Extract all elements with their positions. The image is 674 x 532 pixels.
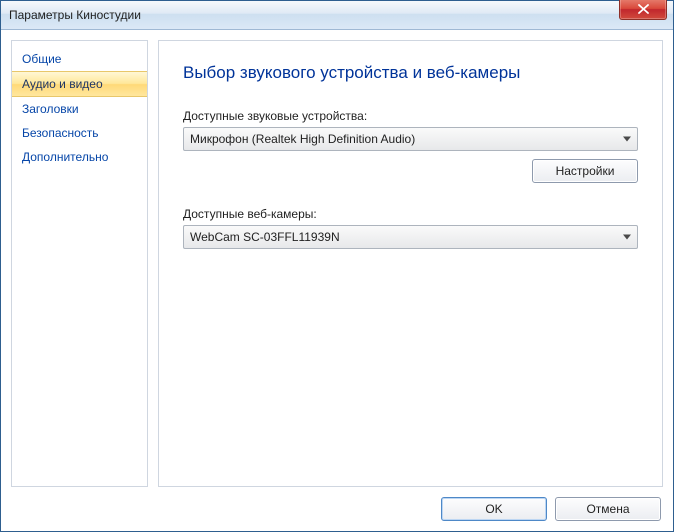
ok-button-label: OK xyxy=(485,502,502,516)
webcam-device-select[interactable]: WebCam SC-03FFL11939N xyxy=(183,225,638,249)
chevron-down-icon xyxy=(623,235,631,240)
audio-device-selected: Микрофон (Realtek High Definition Audio) xyxy=(190,132,415,146)
titlebar: Параметры Киностудии xyxy=(1,1,673,30)
cancel-button-label: Отмена xyxy=(586,502,629,516)
chevron-down-icon xyxy=(623,137,631,142)
page-title: Выбор звукового устройства и веб-камеры xyxy=(183,63,638,83)
sidebar-item-label: Дополнительно xyxy=(22,150,108,164)
sidebar-item-headers[interactable]: Заголовки xyxy=(12,97,147,121)
audio-settings-button[interactable]: Настройки xyxy=(532,159,638,183)
ok-button[interactable]: OK xyxy=(441,497,547,521)
main-panel: Выбор звукового устройства и веб-камеры … xyxy=(158,40,663,487)
cancel-button[interactable]: Отмена xyxy=(555,497,661,521)
window-title: Параметры Киностудии xyxy=(9,8,141,22)
sidebar-item-advanced[interactable]: Дополнительно xyxy=(12,145,147,169)
sidebar-item-label: Заголовки xyxy=(22,102,79,116)
sidebar-item-label: Безопасность xyxy=(22,126,99,140)
audio-devices-label: Доступные звуковые устройства: xyxy=(183,109,638,123)
sidebar-item-security[interactable]: Безопасность xyxy=(12,121,147,145)
body: Общие Аудио и видео Заголовки Безопаснос… xyxy=(1,30,673,487)
sidebar-item-label: Общие xyxy=(22,52,61,66)
close-button[interactable] xyxy=(619,0,667,20)
audio-device-select[interactable]: Микрофон (Realtek High Definition Audio) xyxy=(183,127,638,151)
sidebar-item-audio-video[interactable]: Аудио и видео xyxy=(12,71,147,97)
settings-window: Параметры Киностудии Общие Аудио и видео… xyxy=(0,0,674,532)
audio-settings-button-label: Настройки xyxy=(556,164,615,178)
close-icon xyxy=(638,4,649,14)
webcam-devices-label: Доступные веб-камеры: xyxy=(183,207,638,221)
dialog-footer: OK Отмена xyxy=(1,487,673,531)
sidebar-item-label: Аудио и видео xyxy=(22,77,103,91)
sidebar-item-general[interactable]: Общие xyxy=(12,47,147,71)
sidebar: Общие Аудио и видео Заголовки Безопаснос… xyxy=(11,40,148,487)
webcam-device-selected: WebCam SC-03FFL11939N xyxy=(190,230,340,244)
